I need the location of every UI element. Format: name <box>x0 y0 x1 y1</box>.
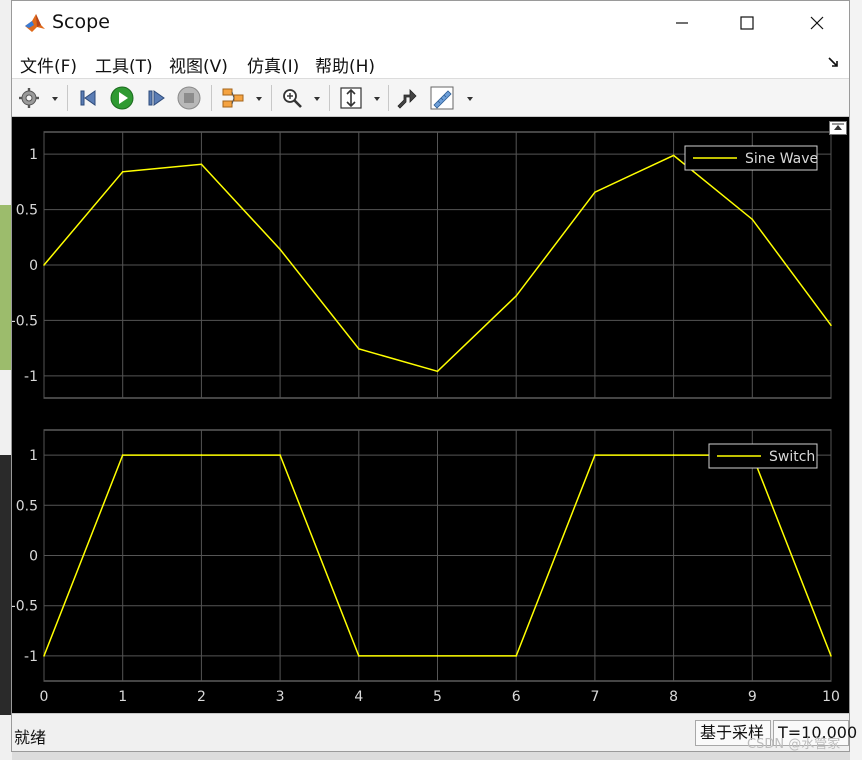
dropdown-arrow-icon[interactable] <box>466 95 474 103</box>
x-tick-label: 10 <box>822 689 840 705</box>
minimize-button[interactable] <box>647 1 717 45</box>
title-bar[interactable]: Scope <box>12 1 849 45</box>
x-tick-label: 7 <box>590 689 599 705</box>
toolbar <box>12 79 849 117</box>
measurement-button[interactable] <box>429 85 455 111</box>
maximize-button[interactable] <box>712 1 782 45</box>
maximize-icon <box>740 16 754 30</box>
y-tick-label: -1 <box>24 649 38 665</box>
run-button[interactable] <box>109 85 135 111</box>
watermark: CSDN @水管家 <box>747 737 841 752</box>
x-tick-label: 6 <box>512 689 521 705</box>
stop-button[interactable] <box>176 85 202 111</box>
data-point <box>751 218 754 221</box>
menu-tools[interactable]: 工具(T) <box>95 52 153 77</box>
data-point <box>121 170 124 173</box>
data-point <box>515 655 517 657</box>
highlight-block-icon <box>397 89 417 109</box>
dropdown-arrow-icon[interactable] <box>51 95 59 103</box>
toolbar-separator <box>211 85 212 111</box>
scope-display: -1 -0.5 0 0.5 1 Sine Wave -1 -0.5 0 0.5 1 0 1 2 3 4 5 6 7 8… <box>12 117 849 713</box>
dropdown-arrow-icon[interactable] <box>373 95 381 103</box>
signal-select-icon <box>222 88 244 108</box>
data-point <box>200 163 203 166</box>
scale-axes-icon <box>340 87 362 109</box>
y-tick-label: 1 <box>29 147 38 163</box>
close-icon <box>810 16 824 30</box>
zoom-icon <box>283 89 302 108</box>
status-ready-text: 就绪 <box>14 728 47 747</box>
scope-window: Scope 文件(F) 工具(T) 视图(V) 仿真(I) 帮助(H) -1 -… <box>11 0 857 752</box>
y-tick-label: 0 <box>29 258 38 274</box>
y-tick-label: 1 <box>29 448 38 464</box>
data-point <box>830 655 832 657</box>
x-tick-label: 3 <box>276 689 285 705</box>
y-tick-label: -0.5 <box>12 313 38 329</box>
menu-help[interactable]: 帮助(H) <box>315 52 375 77</box>
data-point <box>43 264 45 266</box>
y-tick-label: -0.5 <box>12 599 38 615</box>
dropdown-arrow-icon[interactable] <box>313 95 321 103</box>
window-title: Scope <box>52 11 110 33</box>
toolbar-separator <box>271 85 272 111</box>
data-point <box>672 454 675 456</box>
y-tick-label: 0.5 <box>16 498 38 514</box>
y-tick-label: 0.5 <box>16 203 38 219</box>
menu-bar: 文件(F) 工具(T) 视图(V) 仿真(I) 帮助(H) <box>12 45 849 79</box>
data-point <box>594 191 596 193</box>
y-tick-label: -1 <box>24 369 38 385</box>
data-point <box>200 454 203 456</box>
run-icon <box>110 86 134 110</box>
x-tick-label: 5 <box>433 689 442 705</box>
maximize-axes-icon[interactable] <box>829 121 847 135</box>
step-forward-button[interactable] <box>143 85 169 111</box>
x-tick-label: 1 <box>118 689 127 705</box>
x-tick-label: 9 <box>748 689 757 705</box>
step-forward-icon <box>148 90 165 106</box>
scope-plots[interactable]: -1-0.500.51 Sine Wave-1-0.500.510 1 2 3 4 5 6 7 8… <box>12 117 849 713</box>
highlight-block-button[interactable] <box>394 85 420 111</box>
menu-view[interactable]: 视图(V) <box>169 52 228 77</box>
toolbar-separator <box>67 85 68 111</box>
data-point <box>43 655 45 657</box>
toolbar-separator <box>388 85 389 111</box>
data-point <box>515 295 517 297</box>
background-right <box>850 0 862 760</box>
data-point <box>358 348 360 350</box>
dropdown-arrow-icon[interactable] <box>255 95 263 103</box>
config-button[interactable] <box>16 85 42 111</box>
step-back-button[interactable] <box>75 85 101 111</box>
measurement-icon <box>430 86 454 110</box>
x-tick-label: 0 <box>40 689 49 705</box>
toolbar-separator <box>329 85 330 111</box>
legend-label: Sine Wave <box>745 151 818 167</box>
x-tick-label: 2 <box>197 689 206 705</box>
legend-label: Switch <box>769 449 815 465</box>
stop-icon <box>177 86 201 110</box>
x-tick-label: 8 <box>669 689 678 705</box>
minimize-icon <box>676 22 688 24</box>
undock-arrow-icon[interactable] <box>827 55 841 69</box>
matlab-logo-icon <box>25 14 45 32</box>
data-point <box>279 454 281 456</box>
data-point <box>672 154 675 157</box>
data-point <box>279 248 281 251</box>
menu-simulation[interactable]: 仿真(I) <box>247 52 299 77</box>
data-point <box>121 454 124 456</box>
y-tick-label: 0 <box>29 549 38 565</box>
data-point <box>594 454 596 456</box>
restore-step-icon <box>80 90 96 106</box>
data-point <box>830 324 832 327</box>
scale-axes-button[interactable] <box>338 85 364 111</box>
close-button[interactable] <box>782 1 852 45</box>
data-point <box>436 655 439 657</box>
zoom-button[interactable] <box>279 85 305 111</box>
signal-select-button[interactable] <box>220 85 246 111</box>
gear-icon <box>19 88 39 108</box>
status-bar: 就绪 基于采样 T=10.000 <box>12 713 857 751</box>
x-tick-label: 4 <box>354 689 363 705</box>
data-point <box>436 370 439 373</box>
data-point <box>358 655 360 657</box>
menu-file[interactable]: 文件(F) <box>20 52 77 77</box>
